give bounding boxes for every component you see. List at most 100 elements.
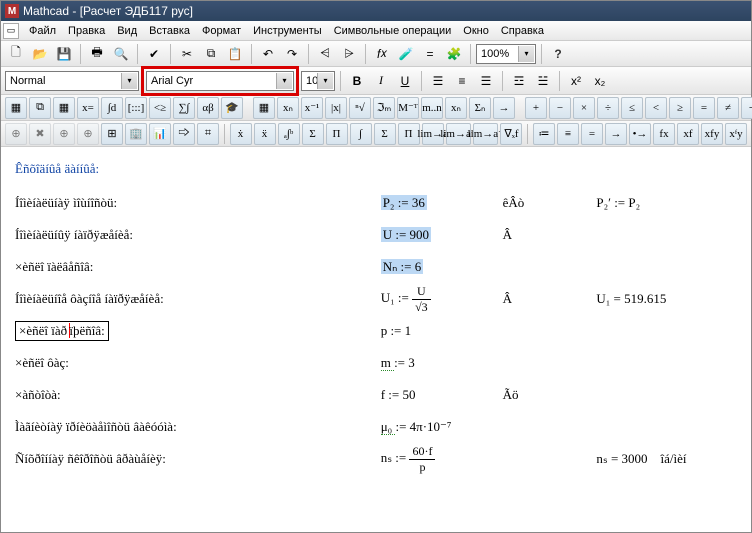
chevron-down-icon[interactable]: ▾ <box>121 73 137 89</box>
menu-window[interactable]: Окно <box>457 23 495 39</box>
math-button[interactable]: ¬ <box>741 97 752 119</box>
math-button[interactable]: = <box>581 123 603 145</box>
row-expression[interactable]: nₛ := 60·fp <box>381 444 503 475</box>
math-button[interactable]: ▦ <box>5 97 27 119</box>
calc-icon[interactable]: = <box>419 43 441 65</box>
row-expression[interactable]: Nₙ := 6 <box>381 259 503 275</box>
print-preview-icon[interactable]: 🔍 <box>110 43 132 65</box>
row-expression[interactable]: p := 1 <box>381 323 503 339</box>
math-button[interactable]: ẍ <box>254 123 276 145</box>
align-icon[interactable]: ⩤ <box>314 43 336 65</box>
math-button[interactable]: ≔ <box>533 123 555 145</box>
chevron-down-icon[interactable]: ▾ <box>518 46 534 62</box>
print-icon[interactable]: 🖶 <box>86 43 108 65</box>
math-button[interactable]: ▦ <box>53 97 75 119</box>
row-expression[interactable]: μ₀ := 4π·10⁻⁷ <box>381 419 503 435</box>
math-button[interactable]: ₐ∫ᵇ <box>278 123 300 145</box>
math-button[interactable]: ≥ <box>669 97 691 119</box>
math-button[interactable]: ≤ <box>621 97 643 119</box>
math-button[interactable]: ℑₘ <box>373 97 395 119</box>
copy-icon[interactable]: ⧉ <box>200 43 222 65</box>
math-button[interactable]: fx <box>653 123 675 145</box>
math-button[interactable]: |x| <box>325 97 347 119</box>
math-button[interactable]: ∇ₓf <box>500 123 522 145</box>
menu-edit[interactable]: Правка <box>62 23 111 39</box>
row-expression[interactable]: f := 50 <box>381 387 503 403</box>
math-button[interactable]: m..n <box>421 97 443 119</box>
math-button[interactable]: ≡ <box>557 123 579 145</box>
zoom-combo[interactable]: 100% ▾ <box>476 44 536 64</box>
math-button[interactable]: ⧉ <box>29 97 51 119</box>
menu-insert[interactable]: Вставка <box>143 23 196 39</box>
underline-button[interactable]: U <box>394 70 416 92</box>
cut-icon[interactable]: ✂ <box>176 43 198 65</box>
math-button[interactable]: → <box>605 123 627 145</box>
unit-icon[interactable]: 🧪 <box>395 43 417 65</box>
math-button[interactable]: Σ <box>374 123 396 145</box>
new-icon[interactable]: 🗋 <box>5 43 27 65</box>
style-combo[interactable]: Normal ▾ <box>5 71 139 91</box>
math-button[interactable]: ⁿ√ <box>349 97 371 119</box>
superscript-icon[interactable]: x² <box>565 70 587 92</box>
math-button[interactable]: ✖ <box>29 123 51 145</box>
math-button[interactable]: Π <box>398 123 420 145</box>
math-button[interactable]: x⁻¹ <box>301 97 323 119</box>
bold-button[interactable]: B <box>346 70 368 92</box>
menu-tools[interactable]: Инструменты <box>247 23 328 39</box>
open-icon[interactable]: 📂 <box>29 43 51 65</box>
row-expression[interactable]: U₁ := U√3 <box>381 284 503 315</box>
help-icon[interactable]: ? <box>547 43 569 65</box>
math-button[interactable]: ∫d <box>101 97 123 119</box>
row-expression[interactable]: P₂ := 36 <box>381 195 503 211</box>
row-expression[interactable]: U := 900 <box>381 227 503 243</box>
chevron-down-icon[interactable]: ▾ <box>276 73 292 89</box>
menu-symbolic[interactable]: Символьные операции <box>328 23 458 39</box>
math-button[interactable]: xₙ <box>277 97 299 119</box>
math-button[interactable]: x= <box>77 97 99 119</box>
math-button[interactable]: ÷ <box>597 97 619 119</box>
save-icon[interactable]: 💾 <box>53 43 75 65</box>
math-button[interactable]: lim→a⁻ <box>473 123 498 145</box>
math-button[interactable]: ⌗ <box>197 123 219 145</box>
component-icon[interactable]: 🧩 <box>443 43 465 65</box>
align-left-icon[interactable]: ☰ <box>427 70 449 92</box>
numbers-icon[interactable]: ☱ <box>532 70 554 92</box>
math-button[interactable]: ▦ <box>253 97 275 119</box>
align2-icon[interactable]: ⩥ <box>338 43 360 65</box>
math-button[interactable]: 📊 <box>149 123 171 145</box>
math-button[interactable]: ⊕ <box>5 123 27 145</box>
math-button[interactable]: xᶠy <box>725 123 747 145</box>
document-area[interactable]: Êñõîäíûå äàííûå: Íîìèíàëüíàÿ ìîùíîñòü:P₂… <box>1 147 751 532</box>
fx-icon[interactable]: f𝑥 <box>371 43 393 65</box>
menu-help[interactable]: Справка <box>495 23 550 39</box>
math-button[interactable]: ⊕ <box>53 123 75 145</box>
math-button[interactable]: ≠ <box>717 97 739 119</box>
size-combo[interactable]: 10 ▾ <box>301 71 335 91</box>
align-center-icon[interactable]: ≡ <box>451 70 473 92</box>
math-button[interactable]: + <box>525 97 547 119</box>
mdi-icon[interactable]: ▭ <box>3 23 19 39</box>
math-button[interactable]: xf <box>677 123 699 145</box>
math-button[interactable]: αβ <box>197 97 219 119</box>
italic-button[interactable]: I <box>370 70 392 92</box>
math-button[interactable]: M⁻ᵀ <box>397 97 419 119</box>
math-button[interactable]: → <box>493 97 515 119</box>
math-button[interactable]: − <box>549 97 571 119</box>
redo-icon[interactable]: ↷ <box>281 43 303 65</box>
chevron-down-icon[interactable]: ▾ <box>317 73 333 89</box>
math-button[interactable]: = <box>693 97 715 119</box>
math-button[interactable]: Σ <box>302 123 324 145</box>
math-button[interactable]: ∑∫ <box>173 97 195 119</box>
math-button[interactable]: ⊕ <box>77 123 99 145</box>
math-button[interactable]: × <box>573 97 595 119</box>
math-button[interactable]: 🏢 <box>125 123 147 145</box>
font-combo[interactable]: Arial Cyr ▾ <box>146 71 294 91</box>
menu-file[interactable]: Файл <box>23 23 62 39</box>
spellcheck-icon[interactable]: ✔ <box>143 43 165 65</box>
math-button[interactable]: 🢥 <box>173 123 195 145</box>
menu-format[interactable]: Формат <box>196 23 247 39</box>
math-button[interactable]: xₙ <box>445 97 467 119</box>
math-button[interactable]: ⊞ <box>101 123 123 145</box>
align-right-icon[interactable]: ☰ <box>475 70 497 92</box>
math-button[interactable]: [:::] <box>125 97 147 119</box>
